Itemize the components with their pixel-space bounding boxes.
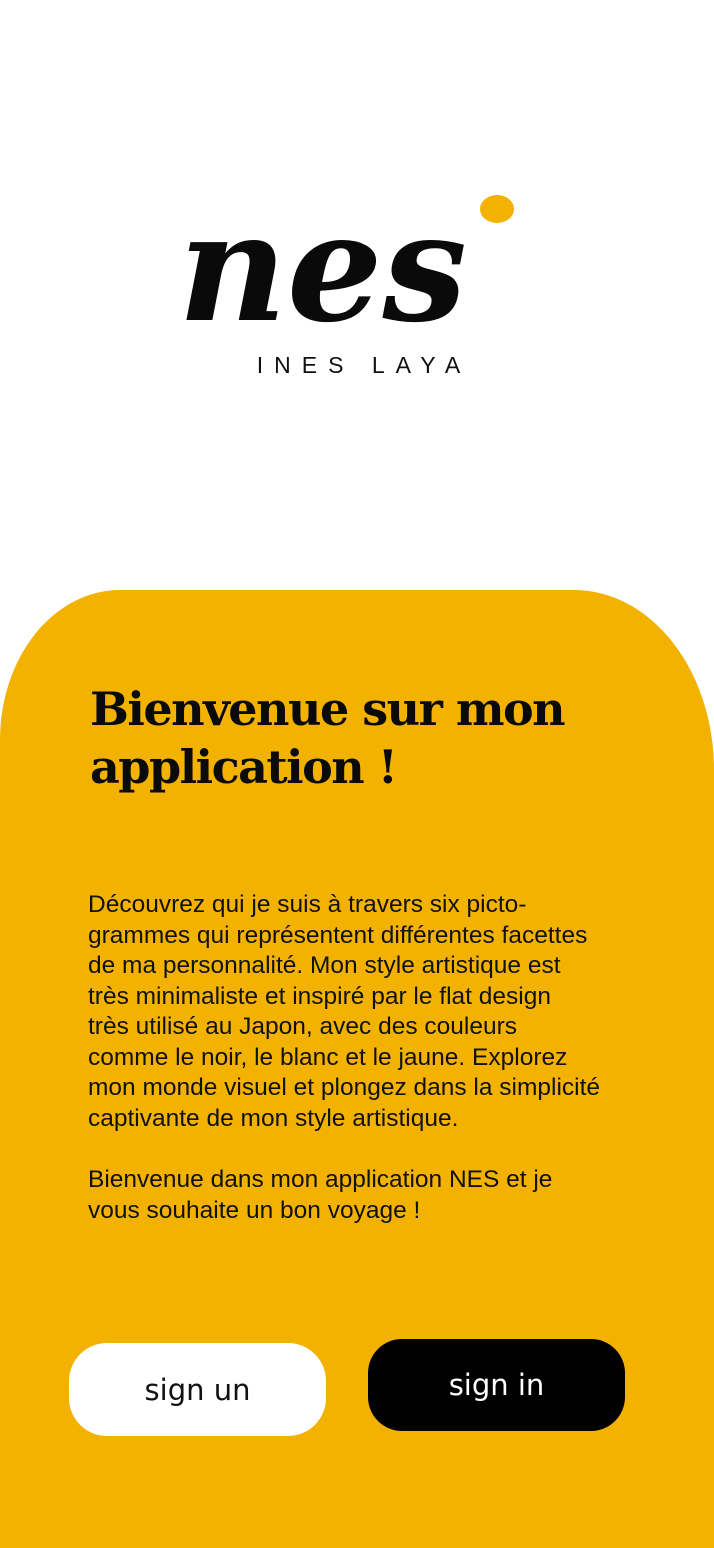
logo-accent-dot xyxy=(480,195,514,223)
nes-logo: nes xyxy=(178,180,514,340)
sign-up-button[interactable]: sign un xyxy=(69,1343,326,1436)
brand-name: INES LAYA xyxy=(256,352,472,378)
intro-text: Découvrez qui je suis à travers six pict… xyxy=(88,891,601,1132)
welcome-screen: nes INES LAYA Bienvenue sur mon applicat… xyxy=(0,0,714,1548)
logo-header: nes INES LAYA xyxy=(0,0,714,420)
logo-wordmark: nes xyxy=(178,180,467,340)
sign-in-button[interactable]: sign in xyxy=(368,1339,625,1431)
outro-text: Bienvenue dans mon application NES et je… xyxy=(88,1166,553,1224)
welcome-title: Bienvenue sur mon application ! xyxy=(90,682,566,794)
